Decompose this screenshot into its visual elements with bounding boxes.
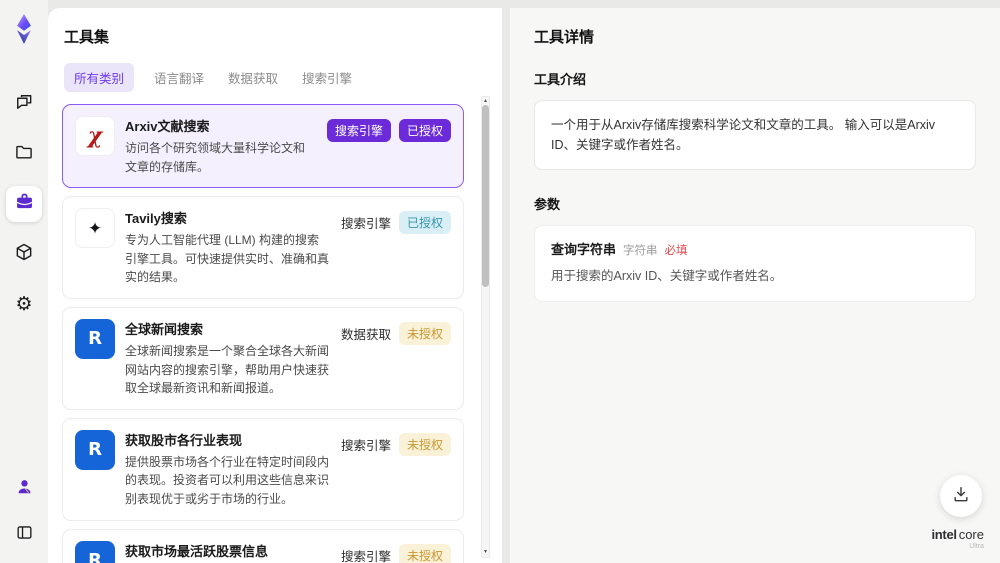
scrollbar-thumb[interactable] [482,105,489,287]
tool-category-badge: 搜索引擎 [326,119,391,142]
panel-toggle-icon [15,523,34,547]
tool-list: χ Arxiv文献搜索 访问各个研究领域大量科学论文和文章的存储库。 搜索引擎 … [62,104,488,563]
chat-icon [14,92,34,117]
folder-icon [14,142,34,167]
tool-card[interactable]: ✦ Tavily搜索 专为人工智能代理 (LLM) 构建的搜索引擎工具。可快速提… [62,196,464,299]
sidebar-item-files[interactable] [6,136,42,172]
arxiv-chi-icon: χ [87,123,103,149]
tool-name: Arxiv文献搜索 [125,119,210,134]
scroll-down-icon[interactable]: ▾ [482,549,489,556]
intel-product-text: core [958,527,984,543]
gear-icon: ⚙ [15,293,33,315]
tool-icon: R [75,429,115,470]
sidebar-item-account[interactable] [6,471,42,507]
scrollbar[interactable]: ▴ ▾ [481,96,490,558]
category-tabs: 所有类别 语言翻译 数据获取 搜索引擎 [64,63,488,92]
tool-detail-panel: 工具详情 工具介绍 一个用于从Arxiv存储库搜索科学论文和文章的工具。 输入可… [510,8,1000,563]
tool-description: 专为人工智能代理 (LLM) 构建的搜索引擎工具。可快速提供实时、准确和真实的结… [125,233,330,285]
parameter-type: 字符串 [623,245,658,257]
tool-icon: ✦ [75,208,115,249]
sparkle-icon: ✦ [87,218,103,238]
tab-language-translation[interactable]: 语言翻译 [150,63,208,92]
intro-heading: 工具介绍 [534,72,587,87]
tool-category-badge: 搜索引擎 [340,549,391,563]
detail-title: 工具详情 [534,29,595,46]
scroll-up-icon[interactable]: ▴ [482,98,489,105]
tool-auth-badge: 已授权 [398,211,451,235]
parameter-name: 查询字符串 [551,242,617,257]
app-logo-icon [9,12,39,46]
tool-description: 全球新闻搜索是一个聚合全球各大新闻网站内容的搜索引擎，帮助用户快速获取全球最新资… [125,343,330,396]
tool-name: 全球新闻搜索 [125,321,204,337]
tool-name: 获取市场最活跃股票信息 [125,543,269,559]
tool-name: Tavily搜索 [125,211,187,227]
download-button[interactable] [940,475,982,517]
tool-icon: R [75,318,115,359]
user-icon [15,477,34,501]
parameter-item: 查询字符串 字符串 必填 用于搜索的Arxiv ID、关键字或作者姓名。 [534,225,976,302]
tool-auth-badge: 已授权 [398,119,451,142]
tool-card[interactable]: R 获取股市各行业表现 提供股票市场各个行业在特定时间段内的表现。投资者可以利用… [62,417,464,521]
sidebar-item-collapse[interactable] [6,517,42,553]
tool-card[interactable]: χ Arxiv文献搜索 访问各个研究领域大量科学论文和文章的存储库。 搜索引擎 … [62,104,464,189]
tool-description: 访问各个研究领域大量科学论文和文章的存储库。 [125,141,306,174]
tool-list-panel: 工具集 所有类别 语言翻译 数据获取 搜索引擎 χ Arxiv文献搜索 访问各个… [48,8,502,563]
parameter-description: 用于搜索的Arxiv ID、关键字或作者姓名。 [551,269,783,283]
tool-auth-badge: 未授权 [398,432,451,456]
tool-icon: R [75,540,115,563]
tab-all-categories[interactable]: 所有类别 [64,63,135,92]
tool-card[interactable]: R 获取市场最活跃股票信息 提供当天交易量最高的股票列表，投资者可以利用这些信息… [62,528,464,563]
intel-brand-text: intel [931,527,957,543]
tool-intro-text: 一个用于从Arxiv存储库搜索科学论文和文章的工具。 输入可以是Arxiv ID… [534,100,976,170]
download-icon [951,484,971,509]
tool-auth-badge: 未授权 [398,543,451,563]
tool-category-badge: 搜索引擎 [340,217,391,232]
tab-search-engine[interactable]: 搜索引擎 [298,63,356,92]
tool-description: 提供股票市场各个行业在特定时间段内的表现。投资者可以利用这些信息来识别表现优于或… [125,454,330,506]
tool-category-badge: 搜索引擎 [340,438,391,453]
news-api-logo-icon: R [88,549,102,563]
cube-icon [14,242,34,267]
intel-core-badge: intel core Ultra [931,527,984,551]
sidebar-item-settings[interactable]: ⚙ [6,286,42,322]
params-heading: 参数 [534,197,561,212]
tool-auth-badge: 未授权 [398,321,451,345]
sidebar-item-chat[interactable] [6,86,42,122]
sidebar-item-tools[interactable] [6,186,42,222]
parameter-required-flag: 必填 [664,245,688,257]
briefcase-icon [14,191,35,217]
tab-data-acquisition[interactable]: 数据获取 [224,63,282,92]
intel-sub-text: Ultra [969,543,984,551]
tool-category-badge: 数据获取 [340,327,391,342]
left-rail: ⚙ [0,0,48,563]
tool-name: 获取股市各行业表现 [125,432,243,448]
tool-icon: χ [75,116,115,156]
tool-card[interactable]: R 全球新闻搜索 全球新闻搜索是一个聚合全球各大新闻网站内容的搜索引擎，帮助用户… [62,306,464,410]
news-api-logo-icon: R [88,438,102,460]
page-title: 工具集 [64,29,110,46]
news-api-logo-icon: R [88,327,102,349]
sidebar-item-models[interactable] [6,236,42,272]
